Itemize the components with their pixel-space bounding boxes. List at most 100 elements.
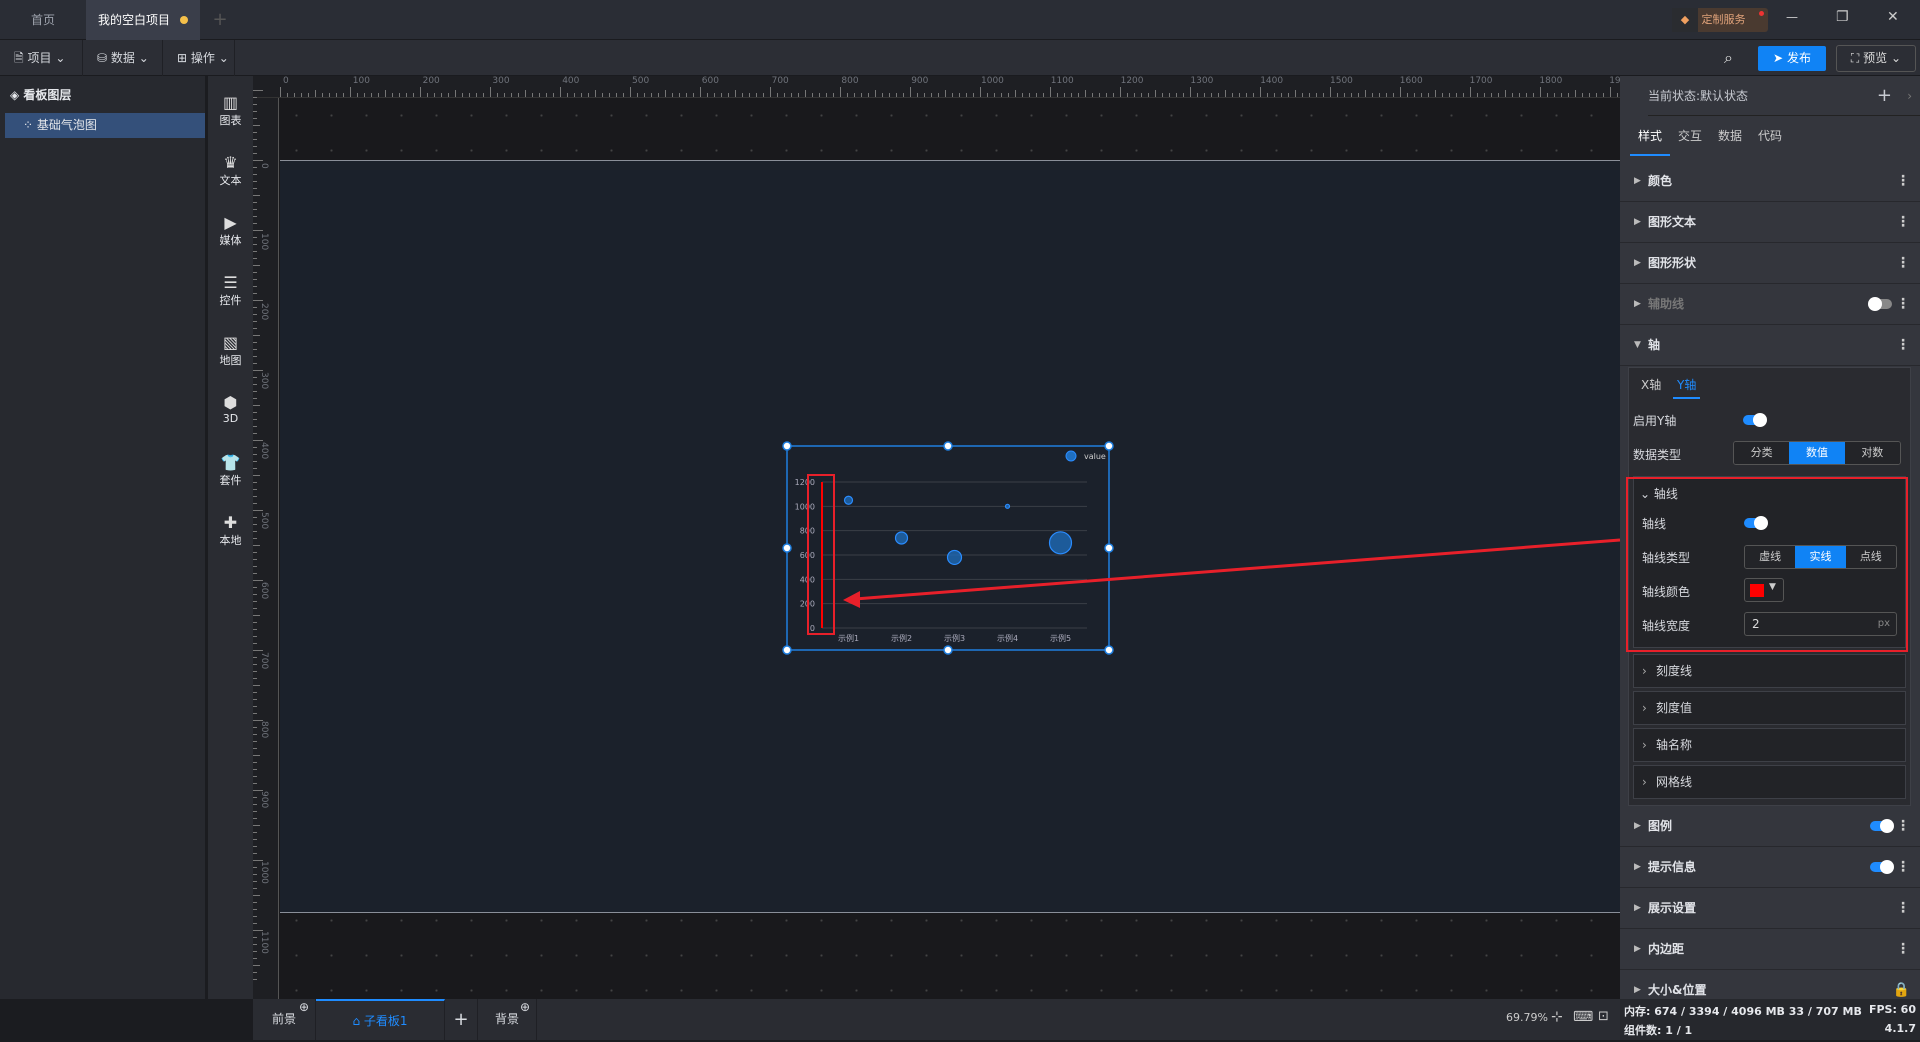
more-vertical-icon[interactable]: ⋮ — [1896, 888, 1910, 929]
section-sections_top-3[interactable]: ▶ 辅助线 ⋮ — [1620, 284, 1920, 325]
section-label: 内边距 — [1648, 942, 1685, 956]
section-sections_top-4[interactable]: ▼ 轴 ⋮ — [1620, 325, 1920, 366]
bubble-point[interactable] — [1004, 503, 1011, 509]
section-toggle[interactable] — [1870, 819, 1894, 833]
enable-y-axis-toggle[interactable] — [1743, 413, 1767, 427]
caret-right-icon: ▶ — [1634, 944, 1641, 954]
resize-handle[interactable] — [782, 543, 792, 553]
more-vertical-icon[interactable]: ⋮ — [1896, 325, 1910, 366]
state-row: 当前状态:默认状态 + › — [1648, 76, 1920, 116]
width-unit: px — [1877, 618, 1890, 629]
tab-y-axis[interactable]: Y轴 — [1673, 376, 1701, 399]
more-vertical-icon[interactable]: ⋮ — [1896, 847, 1910, 888]
option-1[interactable]: 实线 — [1795, 546, 1846, 568]
data-type-label: 数据类型 — [1633, 448, 1682, 462]
property-tabs: 样式 交互 数据 代码 — [1630, 119, 1790, 156]
section-sections_top-0[interactable]: ▶ 颜色 ⋮ — [1620, 161, 1920, 202]
section-label: 轴 — [1648, 338, 1661, 352]
chevron-right-icon: › — [1642, 701, 1647, 715]
section-sections_top-2[interactable]: ▶ 图形形状 ⋮ — [1620, 243, 1920, 284]
section-toggle[interactable] — [1868, 297, 1892, 311]
tab-3[interactable]: 代码 — [1750, 119, 1790, 156]
background-label: 背景 — [494, 1012, 519, 1026]
section-label: 提示信息 — [1648, 860, 1697, 874]
option-2[interactable]: 点线 — [1845, 546, 1896, 568]
status-bar: 内存: 674 / 3394 / 4096 MB 33 / 707 MB FPS… — [1620, 999, 1920, 1040]
option-0[interactable]: 分类 — [1734, 442, 1790, 464]
option-0[interactable]: 虚线 — [1745, 546, 1796, 568]
add-circle-icon[interactable]: ⊕ — [299, 987, 309, 1028]
state-label: 当前状态: — [1648, 89, 1701, 103]
y-tick-label: 600 — [800, 551, 815, 560]
more-vertical-icon[interactable]: ⋮ — [1896, 284, 1910, 325]
section-sections_bottom-2[interactable]: ▶ 展示设置 ⋮ — [1620, 888, 1920, 929]
chevron-down-icon: ⌄ — [1640, 487, 1651, 501]
section-label: 颜色 — [1648, 174, 1673, 188]
resize-handle[interactable] — [943, 645, 953, 655]
component-count: 组件数: 1 / 1 — [1624, 1024, 1693, 1037]
axis-subsection-1[interactable]: › 刻度值 — [1633, 691, 1906, 725]
legend-marker — [1065, 450, 1077, 462]
add-circle-icon[interactable]: ⊕ — [520, 987, 530, 1028]
axis-line-header[interactable]: ⌄ 轴线 — [1640, 485, 1678, 502]
color-swatch — [1750, 584, 1764, 597]
tab-x-axis[interactable]: X轴 — [1641, 376, 1661, 393]
more-vertical-icon[interactable]: ⋮ — [1896, 806, 1910, 847]
axis-subsection-3[interactable]: › 网格线 — [1633, 765, 1906, 799]
version: 4.1.7 — [1884, 1022, 1916, 1035]
resize-handle[interactable] — [1104, 441, 1114, 451]
chevron-right-icon[interactable]: › — [1907, 76, 1912, 116]
caret-right-icon: ▶ — [1634, 299, 1641, 309]
foreground-tab[interactable]: 前景 ⊕ — [253, 999, 316, 1040]
fit-screen-icon[interactable]: ⊹ — [1551, 1009, 1563, 1025]
bubble-point[interactable] — [894, 531, 909, 545]
axis-line-color-picker[interactable]: ▼ — [1744, 578, 1784, 602]
axis-line-type-label: 轴线类型 — [1642, 551, 1691, 565]
add-board-button[interactable]: + — [445, 999, 478, 1040]
tab-0[interactable]: 样式 — [1630, 119, 1671, 156]
axis-subsection-0[interactable]: › 刻度线 — [1633, 654, 1906, 688]
terminal-icon[interactable]: ⊡ — [1598, 1009, 1609, 1024]
tab-2[interactable]: 数据 — [1710, 119, 1750, 156]
resize-handle[interactable] — [1104, 543, 1114, 553]
bottom-bar: 前景 ⊕ ⌂ 子看板1 + 背景 ⊕ 69.79% ⊹ ⌨ ⊡ — [253, 999, 1620, 1040]
section-sections_top-1[interactable]: ▶ 图形文本 ⋮ — [1620, 202, 1920, 243]
caret-right-icon: ▶ — [1634, 176, 1641, 186]
subboard-tab[interactable]: ⌂ 子看板1 — [316, 999, 445, 1040]
option-1[interactable]: 数值 — [1789, 442, 1845, 464]
keyboard-icon[interactable]: ⌨ — [1573, 1009, 1593, 1025]
tab-1[interactable]: 交互 — [1670, 119, 1710, 156]
more-vertical-icon[interactable]: ⋮ — [1896, 161, 1910, 202]
y-tick-label: 400 — [800, 575, 815, 584]
section-sections_bottom-3[interactable]: ▶ 内边距 ⋮ — [1620, 929, 1920, 970]
section-toggle[interactable] — [1870, 860, 1894, 874]
option-2[interactable]: 对数 — [1844, 442, 1900, 464]
axis-subsection-2[interactable]: › 轴名称 — [1633, 728, 1906, 762]
background-tab[interactable]: 背景 ⊕ — [478, 999, 537, 1040]
axis-line-width-input[interactable]: 2 px — [1744, 612, 1897, 636]
fps-readout: FPS: 60 — [1868, 1003, 1916, 1016]
more-vertical-icon[interactable]: ⋮ — [1896, 929, 1910, 970]
bubble-point[interactable] — [946, 549, 963, 566]
axis-line-width-label: 轴线宽度 — [1642, 619, 1691, 633]
axis-line-section: ⌄ 轴线 轴线 轴线类型 虚线 实线 点线 轴线颜色 ▼ 轴线宽度 2 px — [1633, 476, 1906, 648]
bubble-point[interactable] — [1048, 531, 1073, 555]
bubble-point[interactable] — [843, 495, 854, 505]
resize-handle[interactable] — [943, 441, 953, 451]
section-sections_bottom-0[interactable]: ▶ 图例 ⋮ — [1620, 806, 1920, 847]
more-vertical-icon[interactable]: ⋮ — [1896, 202, 1910, 243]
resize-handle[interactable] — [1104, 645, 1114, 655]
subboard-label: 子看板1 — [363, 1014, 408, 1028]
state-value: 默认状态 — [1700, 89, 1749, 103]
resize-handle[interactable] — [782, 645, 792, 655]
axis-line-toggle[interactable] — [1744, 516, 1768, 530]
resize-handle[interactable] — [782, 441, 792, 451]
add-state-button[interactable]: + — [1877, 76, 1892, 116]
enable-y-axis-label: 启用Y轴 — [1633, 414, 1677, 428]
more-vertical-icon[interactable]: ⋮ — [1896, 243, 1910, 284]
section-label: 辅助线 — [1648, 297, 1685, 311]
caret-right-icon: ▶ — [1634, 821, 1641, 831]
zoom-level[interactable]: 69.79% — [1506, 1011, 1548, 1024]
legend-label[interactable]: value — [1084, 452, 1106, 461]
section-sections_bottom-1[interactable]: ▶ 提示信息 ⋮ — [1620, 847, 1920, 888]
